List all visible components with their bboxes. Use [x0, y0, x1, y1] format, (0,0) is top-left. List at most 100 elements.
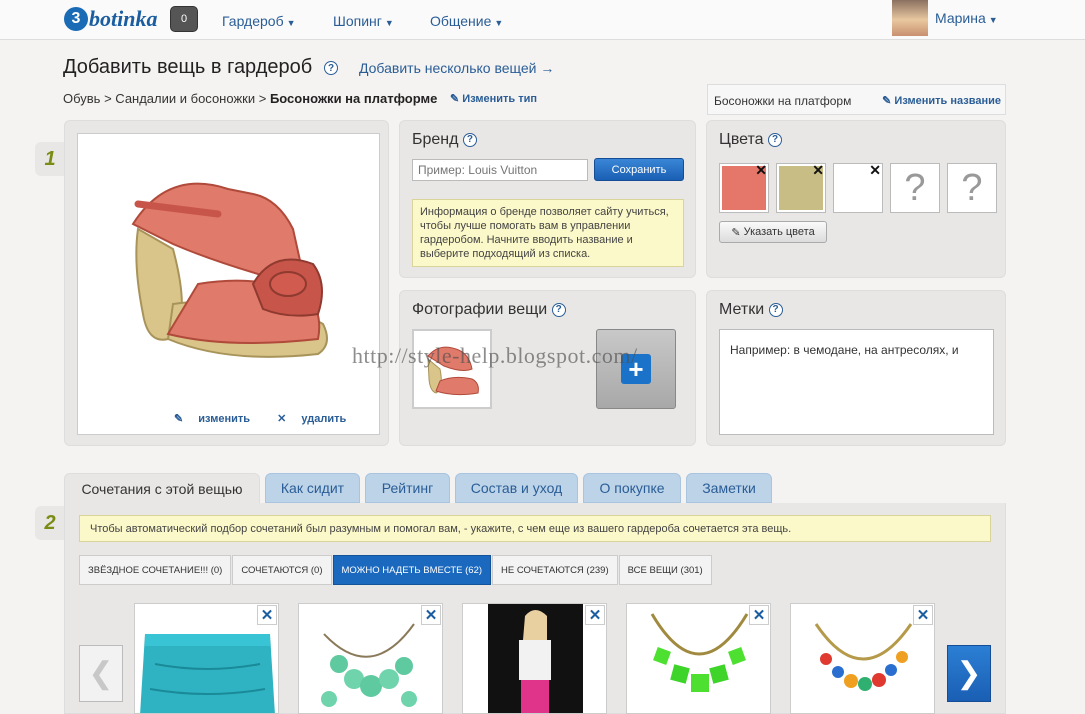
edit-photo-label: изменить — [198, 413, 251, 425]
tab-composition-care[interactable]: Состав и уход — [455, 473, 578, 503]
colors-title-text: Цвета — [719, 131, 764, 148]
colors-title: Цвета ? — [719, 131, 783, 149]
color-swatch-empty[interactable]: ? — [890, 163, 940, 213]
carousel-prev-arrow-icon[interactable]: ❮ — [79, 645, 123, 702]
color-swatch-white[interactable]: ✕ — [833, 162, 883, 213]
pencil-icon: ✎ — [450, 93, 460, 105]
page-title: Добавить вещь в гардероб — [63, 56, 313, 78]
help-icon[interactable]: ? — [462, 132, 477, 147]
pencil-icon: ✎ — [731, 226, 741, 239]
breadcrumb-item[interactable]: Обувь — [63, 91, 100, 106]
logo-text: botinka — [89, 6, 158, 31]
brand-title-text: Бренд — [412, 131, 459, 148]
breadcrumb: Обувь > Сандалии и босоножки > Босоножки… — [63, 91, 438, 106]
filter-all-items[interactable]: ВСЕ ВЕЩИ (301) — [618, 555, 712, 585]
color-swatch-empty[interactable]: ? — [947, 163, 997, 213]
remove-color-icon[interactable]: ✕ — [869, 162, 881, 179]
watermark-text: http://style-help.blogspot.com/ — [352, 343, 638, 368]
nav-label: Гардероб — [222, 13, 284, 29]
set-colors-label: Указать цвета — [743, 226, 815, 238]
color-swatch-coral[interactable]: ✕ — [719, 162, 769, 213]
combo-item-green-necklace[interactable]: ✕ — [626, 603, 771, 714]
pencil-icon: ✎ — [174, 413, 184, 425]
main-photo-panel: ✎ изменить ✕ удалить — [64, 120, 389, 446]
colors-panel: Цвета ? ✕ ✕ ✕ ? ? ✎ Указать цвета — [706, 120, 1006, 278]
sandal-image — [131, 182, 328, 358]
combo-item-skirt[interactable]: ✕ — [134, 603, 279, 714]
item-name: Босоножки на платформ — [714, 94, 852, 108]
logo-mark: 3 — [64, 7, 88, 31]
nav-social-menu[interactable]: Общение ▼ — [430, 13, 503, 29]
remove-color-icon[interactable]: ✕ — [755, 162, 767, 179]
tags-panel: Метки ? Например: в чемодане, на антресо… — [706, 290, 1006, 446]
help-icon[interactable]: ? — [768, 302, 783, 317]
filter-star-combo[interactable]: ЗВЁЗДНОЕ СОЧЕТАНИЕ!!! (0) — [79, 555, 232, 585]
add-photo-button[interactable]: + — [596, 329, 676, 409]
nav-label: Общение — [430, 13, 492, 29]
item-photo[interactable]: ✎ изменить ✕ удалить — [77, 133, 380, 435]
filter-wear-together[interactable]: МОЖНО НАДЕТЬ ВМЕСТЕ (62) — [332, 555, 492, 585]
brand-input[interactable] — [412, 159, 588, 181]
nav-label: Шопинг — [333, 13, 382, 29]
set-colors-button[interactable]: ✎ Указать цвета — [719, 221, 827, 243]
breadcrumb-current: Босоножки на платформе — [269, 91, 438, 106]
add-several-items-link[interactable]: Добавить несколько вещей → — [359, 60, 554, 76]
tags-input[interactable]: Например: в чемодане, на антресолях, и — [719, 329, 994, 435]
remove-item-icon[interactable]: ✕ — [585, 605, 605, 625]
tab-fit[interactable]: Как сидит — [265, 473, 360, 503]
remove-item-icon[interactable]: ✕ — [421, 605, 441, 625]
step-number-1: 1 — [35, 142, 65, 176]
tab-combinations[interactable]: Сочетания с этой вещью — [64, 473, 260, 504]
photos-title-text: Фотографии вещи — [412, 301, 548, 318]
top-navigation-bar: 3 botinka 0 Гардероб ▼ Шопинг ▼ Общение ▼ М… — [0, 0, 1085, 40]
remove-item-icon[interactable]: ✕ — [257, 605, 277, 625]
question-mark-icon: ? — [904, 166, 926, 209]
step-number-2: 2 — [35, 506, 65, 540]
remove-item-icon[interactable]: ✕ — [749, 605, 769, 625]
combo-item-bead-necklace[interactable]: ✕ — [790, 603, 935, 714]
help-icon[interactable]: ? — [324, 61, 338, 75]
edit-type-link[interactable]: ✎ Изменить тип — [450, 92, 537, 105]
color-swatch-beige[interactable]: ✕ — [776, 162, 826, 213]
combination-filters: ЗВЁЗДНОЕ СОЧЕТАНИЕ!!! (0) СОЧЕТАЮТСЯ (0)… — [79, 555, 713, 585]
filter-not-matching[interactable]: НЕ СОЧЕТАЮТСЯ (239) — [492, 555, 618, 585]
photo-thumbnail[interactable] — [412, 329, 492, 409]
photo-actions: ✎ изменить ✕ удалить — [174, 412, 370, 425]
user-name: Марина — [935, 10, 986, 26]
user-menu[interactable]: Марина ▼ — [935, 10, 998, 26]
botinka-logo[interactable]: 3 botinka — [64, 2, 157, 36]
brand-info-box: Информация о бренде позволяет сайту учит… — [412, 199, 684, 267]
notification-badge[interactable]: 0 — [170, 6, 198, 32]
breadcrumb-item[interactable]: Сандалии и босоножки — [115, 91, 255, 106]
tab-rating[interactable]: Рейтинг — [365, 473, 450, 503]
question-mark-icon: ? — [961, 166, 983, 209]
help-icon[interactable]: ? — [768, 132, 783, 147]
carousel-next-arrow-icon[interactable]: ❯ — [947, 645, 991, 702]
help-icon[interactable]: ? — [551, 302, 566, 317]
tab-notes[interactable]: Заметки — [686, 473, 772, 503]
nav-wardrobe-menu[interactable]: Гардероб ▼ — [222, 13, 296, 29]
brand-title: Бренд ? — [412, 131, 477, 149]
combo-item-tshirt-outfit[interactable]: ✕ — [462, 603, 607, 714]
tags-title-text: Метки — [719, 301, 765, 318]
edit-photo-link[interactable]: ✎ изменить — [174, 413, 262, 425]
close-icon: ✕ — [277, 413, 287, 425]
delete-photo-label: удалить — [301, 413, 347, 425]
remove-color-icon[interactable]: ✕ — [812, 162, 824, 179]
edit-name-label: Изменить название — [894, 95, 1001, 107]
tab-purchase[interactable]: О покупке — [583, 473, 681, 503]
delete-photo-link[interactable]: ✕ удалить — [277, 413, 358, 425]
item-name-box: Босоножки на платформ ✎ Изменить названи… — [707, 84, 1006, 115]
remove-item-icon[interactable]: ✕ — [913, 605, 933, 625]
pencil-icon: ✎ — [882, 95, 892, 107]
edit-name-link[interactable]: ✎ Изменить название — [882, 94, 1001, 107]
photos-title: Фотографии вещи ? — [412, 301, 566, 319]
user-avatar[interactable] — [892, 0, 928, 36]
combo-item-mint-necklace[interactable]: ✕ — [298, 603, 443, 714]
nav-shopping-menu[interactable]: Шопинг ▼ — [333, 13, 394, 29]
caret-down-icon: ▼ — [988, 15, 998, 25]
save-brand-button[interactable]: Сохранить — [594, 158, 684, 181]
brand-panel: Бренд ? Сохранить Информация о бренде по… — [399, 120, 696, 278]
filter-matching[interactable]: СОЧЕТАЮТСЯ (0) — [232, 555, 332, 585]
caret-down-icon: ▼ — [286, 18, 296, 28]
